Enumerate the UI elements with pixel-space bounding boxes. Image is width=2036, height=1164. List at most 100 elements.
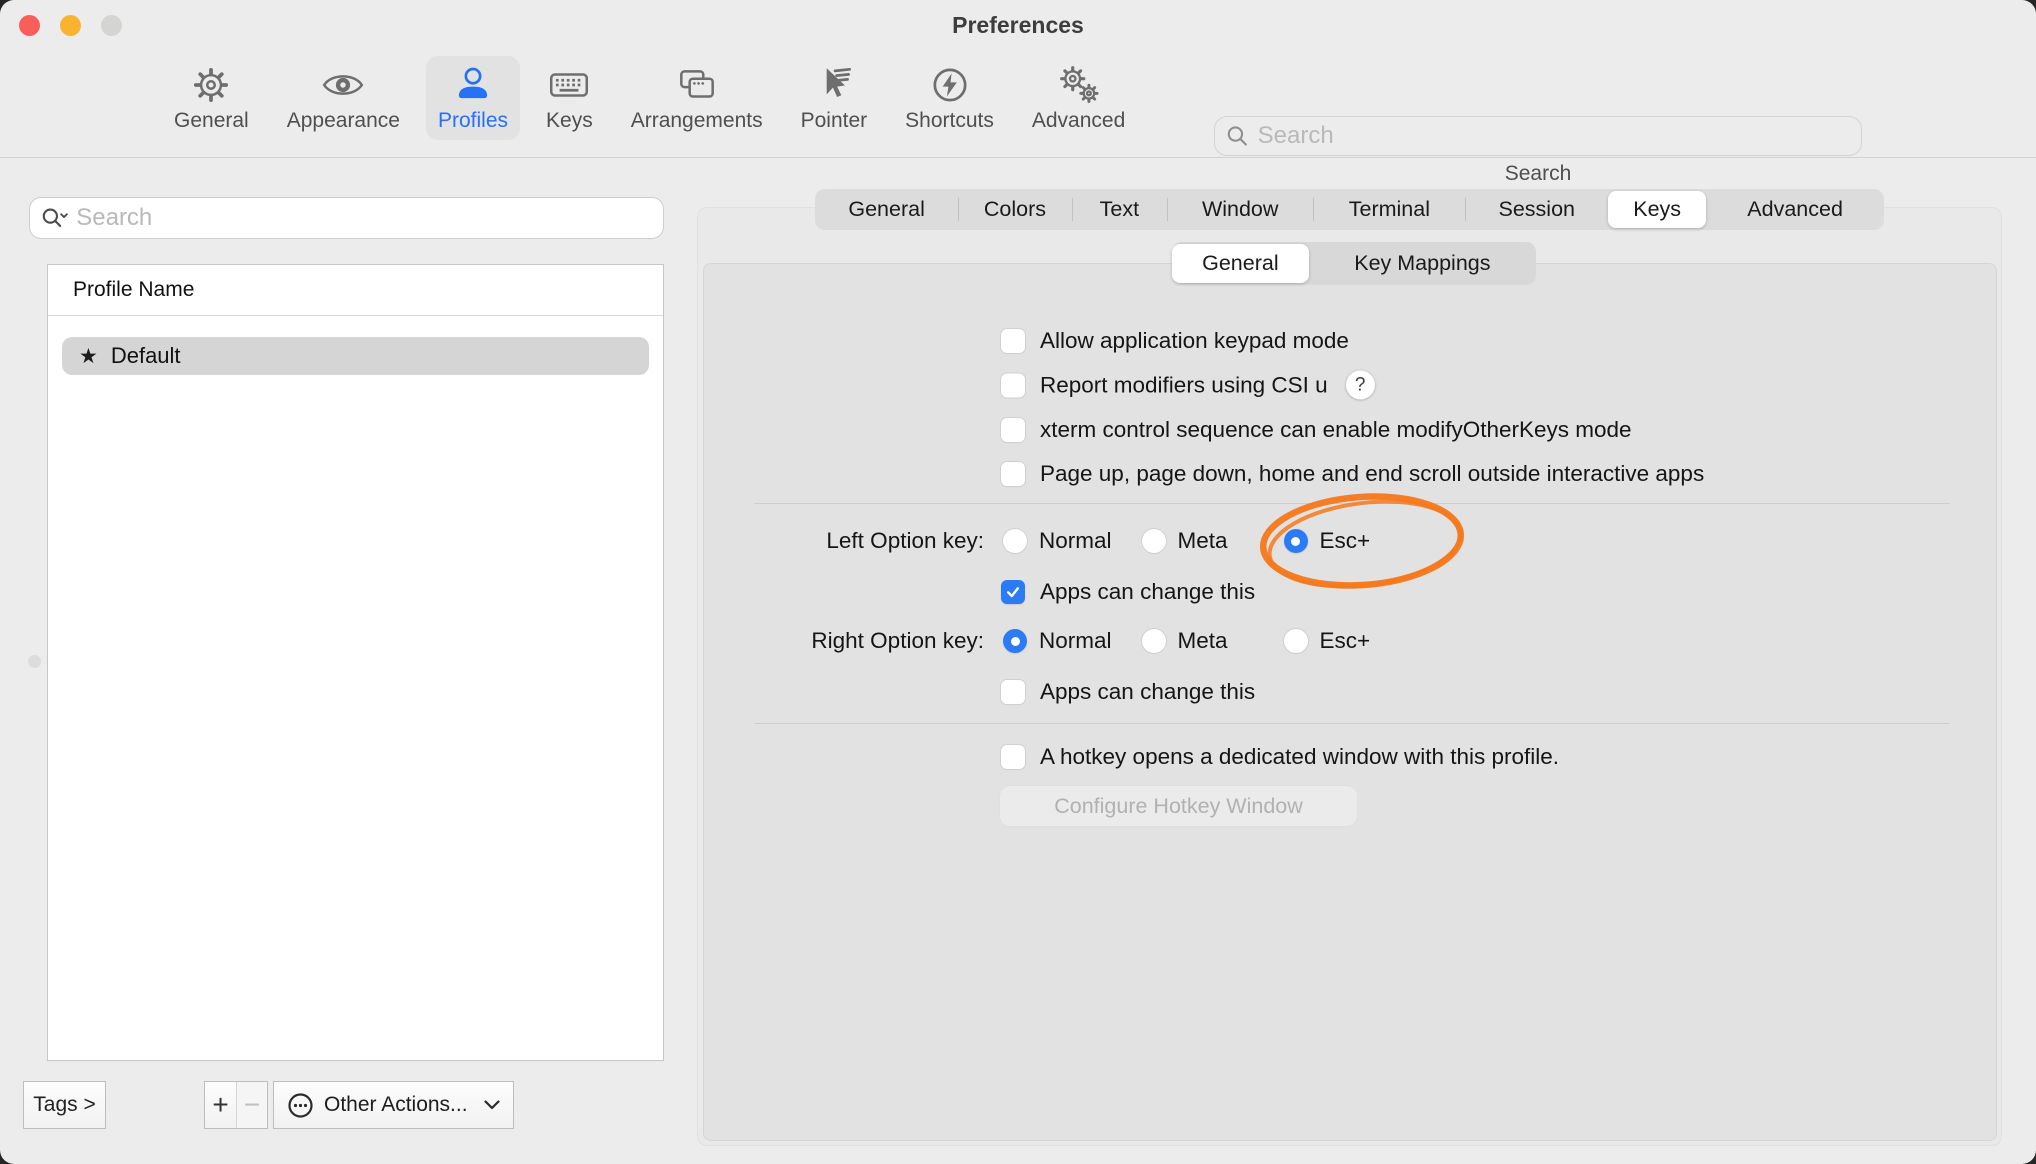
add-remove-profile-group: + −: [204, 1081, 268, 1129]
checkbox-unchecked[interactable]: [1001, 680, 1025, 704]
profile-name: Default: [111, 343, 181, 369]
checkbox-label: Report modifiers using CSI u: [1040, 372, 1328, 398]
toolbar-label: Advanced: [1032, 109, 1125, 133]
toolbar-label: Pointer: [801, 109, 868, 133]
tab-window[interactable]: Window: [1167, 189, 1313, 230]
toolbar-label: Appearance: [287, 109, 400, 133]
default-star-icon: ★: [79, 346, 98, 367]
checkbox-unchecked[interactable]: [1001, 329, 1025, 353]
add-profile-button[interactable]: +: [205, 1082, 236, 1128]
radio-option-normal[interactable]: Normal: [1003, 528, 1112, 554]
windows-icon: [674, 62, 720, 108]
right-option-key-label: Right Option key:: [600, 628, 984, 654]
window-title: Preferences: [0, 12, 2036, 39]
checkbox-row-csi-u: Report modifiers using CSI u ?: [1001, 371, 1375, 400]
circled-ellipsis-icon: [287, 1092, 314, 1119]
tab-session[interactable]: Session: [1465, 189, 1608, 230]
checkbox-row-scroll-outside-apps: Page up, page down, home and end scroll …: [1001, 461, 1704, 487]
checkbox-label: A hotkey opens a dedicated window with t…: [1040, 744, 1559, 770]
toolbar: General Appearance Profiles: [0, 52, 2036, 158]
toolbar-label: Shortcuts: [905, 109, 994, 133]
subtab-key-mappings[interactable]: Key Mappings: [1309, 242, 1536, 285]
tab-advanced[interactable]: Advanced: [1706, 189, 1884, 230]
tab-terminal[interactable]: Terminal: [1313, 189, 1465, 230]
other-actions-label: Other Actions...: [324, 1093, 474, 1117]
profile-tab-bar: General Colors Text Window Terminal Sess…: [815, 189, 1884, 230]
checkbox-unchecked[interactable]: [1001, 462, 1025, 486]
toolbar-items: General Appearance Profiles: [162, 56, 1137, 140]
eye-icon: [320, 62, 366, 108]
radio-unselected[interactable]: [1142, 629, 1166, 653]
gears-icon: [1056, 62, 1102, 108]
toolbar-item-general[interactable]: General: [162, 56, 261, 140]
profile-row-default[interactable]: ★ Default: [62, 337, 649, 375]
radio-label: Normal: [1039, 628, 1112, 654]
radio-unselected[interactable]: [1284, 629, 1308, 653]
toolbar-item-arrangements[interactable]: Arrangements: [619, 56, 775, 140]
other-actions-button[interactable]: Other Actions...: [273, 1081, 514, 1129]
checkbox-checked[interactable]: [1001, 580, 1025, 604]
toolbar-item-appearance[interactable]: Appearance: [275, 56, 412, 140]
checkmark-icon: [1005, 584, 1021, 600]
radio-label: Esc+: [1320, 528, 1371, 554]
toolbar-search-field[interactable]: [1214, 116, 1862, 156]
toolbar-item-advanced[interactable]: Advanced: [1020, 56, 1137, 140]
keys-subtab-bar: General Key Mappings: [1172, 242, 1536, 285]
toolbar-search-input[interactable]: [1258, 122, 1851, 150]
radio-option-esc[interactable]: Esc+: [1284, 528, 1371, 554]
radio-option-esc[interactable]: Esc+: [1284, 628, 1371, 654]
radio-label: Normal: [1039, 528, 1112, 554]
checkbox-label: xterm control sequence can enable modify…: [1040, 417, 1632, 443]
gear-icon: [188, 62, 234, 108]
checkbox-unchecked[interactable]: [1001, 373, 1025, 397]
toolbar-item-keys[interactable]: Keys: [534, 56, 605, 140]
checkbox-row-left-apps-can-change: Apps can change this: [1001, 579, 1255, 605]
left-option-radio-group: Normal Meta Esc+: [1003, 528, 1370, 554]
subtab-general[interactable]: General: [1172, 244, 1309, 283]
checkbox-unchecked[interactable]: [1001, 745, 1025, 769]
right-option-radio-group: Normal Meta Esc+: [1003, 628, 1370, 654]
help-button[interactable]: ?: [1346, 371, 1375, 400]
tab-text[interactable]: Text: [1072, 189, 1167, 230]
checkbox-unchecked[interactable]: [1001, 418, 1025, 442]
toolbar-label: Profiles: [438, 109, 508, 133]
section-divider: [754, 503, 1950, 504]
radio-option-meta[interactable]: Meta: [1142, 628, 1228, 654]
keyboard-icon: [546, 62, 592, 108]
radio-selected[interactable]: [1284, 529, 1308, 553]
toolbar-label: Keys: [546, 109, 593, 133]
tab-general[interactable]: General: [815, 189, 958, 230]
profile-search-input[interactable]: [76, 204, 653, 232]
radio-label: Meta: [1178, 528, 1228, 554]
toolbar-item-pointer[interactable]: Pointer: [789, 56, 880, 140]
toolbar-label: Arrangements: [631, 109, 763, 133]
checkbox-label: Allow application keypad mode: [1040, 328, 1349, 354]
profile-list-header: Profile Name: [48, 265, 663, 316]
toolbar-item-profiles[interactable]: Profiles: [426, 56, 520, 140]
radio-option-meta[interactable]: Meta: [1142, 528, 1228, 554]
configure-hotkey-window-button[interactable]: Configure Hotkey Window: [1000, 786, 1357, 826]
radio-unselected[interactable]: [1142, 529, 1166, 553]
title-bar: Preferences: [0, 0, 2036, 52]
checkbox-row-keypad-mode: Allow application keypad mode: [1001, 328, 1349, 354]
radio-selected[interactable]: [1003, 629, 1027, 653]
radio-label: Meta: [1178, 628, 1228, 654]
checkbox-label: Apps can change this: [1040, 579, 1255, 605]
tags-button[interactable]: Tags >: [23, 1081, 106, 1129]
checkbox-row-right-apps-can-change: Apps can change this: [1001, 679, 1255, 705]
checkbox-label: Page up, page down, home and end scroll …: [1040, 461, 1704, 487]
chevron-down-icon: [484, 1100, 500, 1110]
profile-search-field[interactable]: [29, 197, 664, 239]
cursor-icon: [811, 62, 857, 108]
profile-list: Profile Name ★ Default: [47, 264, 664, 1061]
tab-keys[interactable]: Keys: [1608, 191, 1706, 228]
toolbar-item-shortcuts[interactable]: Shortcuts: [893, 56, 1006, 140]
radio-option-normal[interactable]: Normal: [1003, 628, 1112, 654]
splitter-handle-dot[interactable]: [28, 655, 41, 668]
remove-profile-button[interactable]: −: [236, 1082, 267, 1128]
toolbar-label: General: [174, 109, 249, 133]
radio-unselected[interactable]: [1003, 529, 1027, 553]
tab-colors[interactable]: Colors: [958, 189, 1071, 230]
radio-label: Esc+: [1320, 628, 1371, 654]
section-divider: [754, 723, 1950, 724]
